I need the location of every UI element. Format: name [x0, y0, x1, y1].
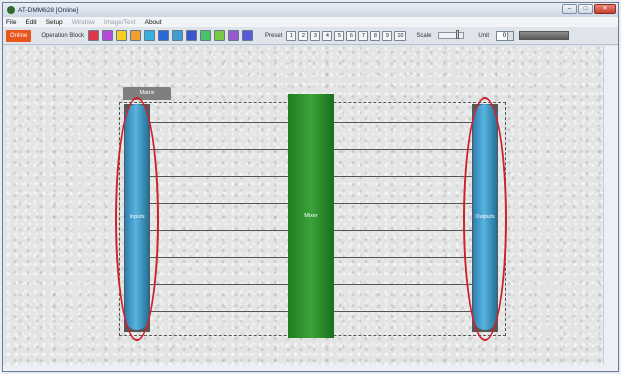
preset-button-7[interactable]: 7 [358, 30, 369, 41]
minimize-button[interactable]: – [562, 4, 577, 14]
app-logo-icon [7, 6, 15, 14]
online-button[interactable]: Online [6, 29, 32, 42]
tool-icon-1[interactable] [88, 30, 100, 41]
preset-button-2[interactable]: 2 [298, 30, 309, 41]
scale-label: Scale [416, 32, 432, 39]
tool-icon-6[interactable] [158, 30, 170, 41]
preset-label: Preset [265, 32, 283, 39]
tool-icon-10[interactable] [214, 30, 226, 41]
tool-icon-12[interactable] [242, 30, 254, 41]
menu-image-text[interactable]: Image/Text [104, 19, 136, 26]
menu-setup[interactable]: Setup [46, 19, 63, 26]
tool-icon-3[interactable] [116, 30, 128, 41]
tool-icon-11[interactable] [228, 30, 240, 41]
preset-button-6[interactable]: 6 [346, 30, 357, 41]
title-bar: AT-DMM628 [Online] – □ ✕ [3, 3, 618, 17]
tool-icon-5[interactable] [144, 30, 156, 41]
maximize-button[interactable]: □ [578, 4, 593, 14]
preset-button-9[interactable]: 9 [382, 30, 393, 41]
operation-block-label: Operation Block [41, 32, 85, 39]
inputs-highlight-circle [115, 97, 159, 341]
menu-bar: File Edit Setup Window Image/Text About [3, 17, 618, 27]
preset-button-10[interactable]: 10 [394, 30, 407, 41]
preset-button-1[interactable]: 1 [286, 30, 297, 41]
preset-button-5[interactable]: 5 [334, 30, 345, 41]
preset-button-3[interactable]: 3 [310, 30, 321, 41]
preset-button-8[interactable]: 8 [370, 30, 381, 41]
vertical-scrollbar[interactable] [603, 46, 618, 368]
unit-stepper[interactable]: 0 [496, 30, 515, 41]
window-controls: – □ ✕ [562, 4, 616, 14]
horizontal-scrollbar[interactable] [3, 365, 618, 371]
tool-icon-4[interactable] [130, 30, 142, 41]
menu-file[interactable]: File [6, 19, 16, 26]
unit-spin-arrows-icon[interactable] [507, 31, 514, 40]
menu-window[interactable]: Window [72, 19, 95, 26]
close-button[interactable]: ✕ [594, 4, 616, 14]
scale-slider[interactable] [438, 30, 465, 39]
tool-icon-8[interactable] [186, 30, 198, 41]
preset-button-4[interactable]: 4 [322, 30, 333, 41]
design-canvas[interactable]: Matrix Inputs Outputs Mixer [6, 46, 605, 368]
menu-edit[interactable]: Edit [25, 19, 36, 26]
matrix-tab[interactable]: Matrix [123, 87, 171, 100]
scale-slider-thumb[interactable] [456, 30, 460, 39]
outputs-highlight-circle [463, 97, 507, 341]
mixer-block[interactable]: Mixer [288, 94, 334, 338]
level-meter-bar [519, 31, 570, 40]
tool-icon-9[interactable] [200, 30, 212, 41]
app-window: AT-DMM628 [Online] – □ ✕ File Edit Setup… [2, 2, 619, 372]
window-title: AT-DMM628 [Online] [18, 6, 79, 14]
menu-about[interactable]: About [145, 19, 162, 26]
unit-label: Unit [478, 32, 490, 39]
tool-icon-2[interactable] [102, 30, 114, 41]
toolbar: Online Operation Block Preset 1 2 3 4 5 … [3, 27, 618, 45]
tool-icon-7[interactable] [172, 30, 184, 41]
